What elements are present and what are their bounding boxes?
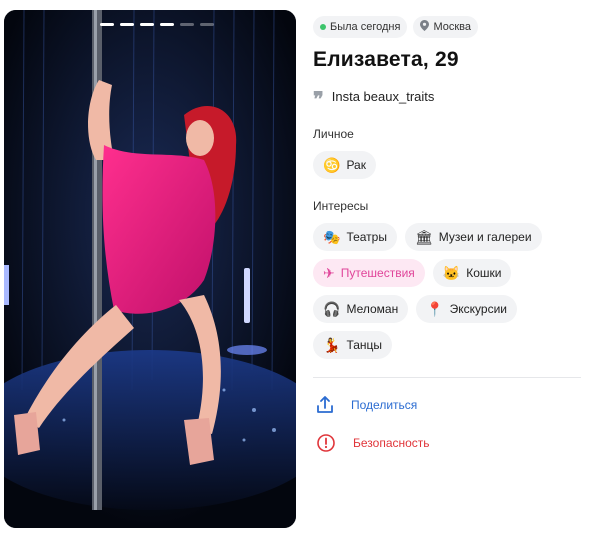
interest-chip[interactable]: 🐱 Кошки	[432, 259, 512, 287]
photo-progress-segment	[140, 23, 154, 26]
museum-icon: 🏛	[414, 229, 433, 245]
photo-progress-segment	[100, 23, 114, 26]
interest-chip[interactable]: 🏛 Музеи и галереи	[404, 223, 542, 251]
interest-chips: 🎭 Театры 🏛 Музеи и галереи ✈ Путешествия 🐱 Кошк…	[313, 223, 583, 359]
safety-label: Безопасность	[353, 436, 430, 450]
interest-chip[interactable]: 💃 Танцы	[313, 331, 393, 359]
city-badge: Москва	[413, 16, 478, 38]
personal-chip[interactable]: ♋ Рак	[313, 151, 376, 179]
photo-progress-segment	[200, 23, 214, 26]
map-pin-icon: 📍	[426, 301, 444, 317]
interest-chip-label: Кошки	[466, 266, 502, 280]
profile-info: Была сегодня Москва Елизавета, 29 ❞ Inst…	[313, 16, 585, 452]
photo-progress-segment	[160, 23, 174, 26]
interest-chip-label: Танцы	[346, 338, 383, 352]
interest-chip-label: Театры	[346, 230, 387, 244]
online-status-text: Была сегодня	[330, 21, 401, 33]
about-line: ❞ Insta beaux_traits	[313, 87, 585, 111]
share-label: Поделиться	[351, 398, 418, 412]
photo-progress-segment	[120, 23, 134, 26]
share-button[interactable]: Поделиться	[317, 396, 585, 414]
warning-circle-icon	[317, 434, 335, 452]
headphones-icon: 🎧	[323, 301, 341, 317]
interest-chip-label: Музеи и галереи	[438, 230, 532, 244]
airplane-icon: ✈	[323, 265, 335, 281]
interest-chip[interactable]: 🎭 Театры	[313, 223, 397, 251]
status-badges: Была сегодня Москва	[313, 16, 585, 38]
profile-photo[interactable]	[4, 10, 296, 528]
interest-chip[interactable]: 📍 Экскурсии	[416, 295, 517, 323]
about-text: Insta beaux_traits	[331, 88, 435, 104]
online-dot-icon	[320, 24, 326, 30]
city-text: Москва	[433, 21, 471, 33]
location-pin-icon	[420, 20, 430, 34]
theater-masks-icon: 🎭	[323, 229, 341, 245]
interest-chip-label: Путешествия	[340, 266, 415, 280]
interests-section-title: Интересы	[313, 199, 369, 213]
personal-chips: ♋ Рак	[313, 151, 583, 179]
cat-icon: 🐱	[442, 265, 461, 281]
quote-icon: ❞	[313, 87, 324, 111]
interest-chip-label: Экскурсии	[449, 302, 507, 316]
personal-section-title: Личное	[313, 127, 354, 141]
share-icon	[317, 396, 333, 413]
personal-chip-label: Рак	[346, 158, 366, 172]
interest-chip[interactable]: ✈ Путешествия	[313, 259, 425, 287]
photo-progress-segment	[180, 23, 194, 26]
interest-chip[interactable]: 🎧 Меломан	[313, 295, 409, 323]
photo-progress-indicator	[100, 23, 214, 26]
dancer-icon: 💃	[323, 337, 341, 353]
divider	[313, 377, 581, 378]
cancer-zodiac-icon: ♋	[323, 157, 341, 173]
profile-name: Елизавета, 29	[313, 48, 459, 71]
interest-chip-label: Меломан	[346, 302, 399, 316]
online-status-badge: Была сегодня	[313, 16, 408, 38]
safety-button[interactable]: Безопасность	[317, 434, 585, 452]
photo-image	[4, 10, 296, 528]
